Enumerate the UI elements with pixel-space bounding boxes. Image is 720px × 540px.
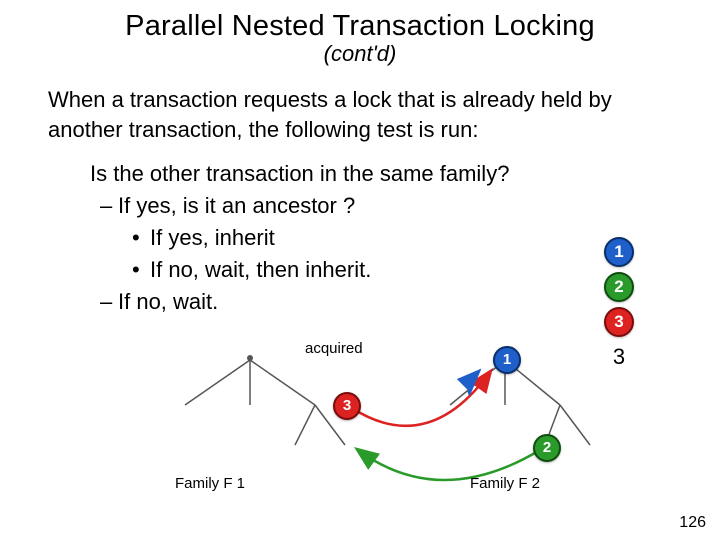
- bullet-wait-inherit: •If no, wait, then inherit.: [132, 254, 672, 286]
- slide-title: Parallel Nested Transaction Locking: [0, 0, 720, 43]
- family-1-label: Family F 1: [175, 475, 245, 492]
- acquired-label: acquired: [305, 340, 363, 357]
- family-2-label: Family F 2: [470, 475, 540, 492]
- bullet-inherit: •If yes, inherit: [132, 222, 672, 254]
- bullet-wait-inherit-text: If no, wait, then inherit.: [150, 257, 371, 282]
- bullet-if-yes: –If yes, is it an ancestor ?: [100, 190, 672, 222]
- badge-3-icon: 3: [604, 307, 634, 337]
- intro-paragraph: When a transaction requests a lock that …: [48, 85, 672, 144]
- diagram-svg: [0, 350, 720, 510]
- dot-icon: •: [132, 222, 150, 254]
- family-diagram: acquired 3 1 2 Family F 1 Family F 2: [0, 350, 720, 510]
- bullet-inherit-text: If yes, inherit: [150, 225, 275, 250]
- node-f1-3: 3: [333, 392, 361, 420]
- bullet-if-yes-text: If yes, is it an ancestor ?: [118, 193, 355, 218]
- question-block: Is the other transaction in the same fam…: [90, 158, 672, 317]
- question-line: Is the other transaction in the same fam…: [90, 158, 672, 190]
- node-f2-2: 2: [533, 434, 561, 462]
- dash-icon: –: [100, 190, 118, 222]
- dash-icon: –: [100, 286, 118, 318]
- bullet-if-no-text: If no, wait.: [118, 289, 218, 314]
- node-f2-1: 1: [493, 346, 521, 374]
- slide: Parallel Nested Transaction Locking (con…: [0, 0, 720, 540]
- page-number: 126: [679, 514, 706, 532]
- bullet-if-no: –If no, wait.: [100, 286, 672, 318]
- badge-2-icon: 2: [604, 272, 634, 302]
- slide-subtitle: (cont'd): [0, 41, 720, 67]
- badge-1-icon: 1: [604, 237, 634, 267]
- dot-icon: •: [132, 254, 150, 286]
